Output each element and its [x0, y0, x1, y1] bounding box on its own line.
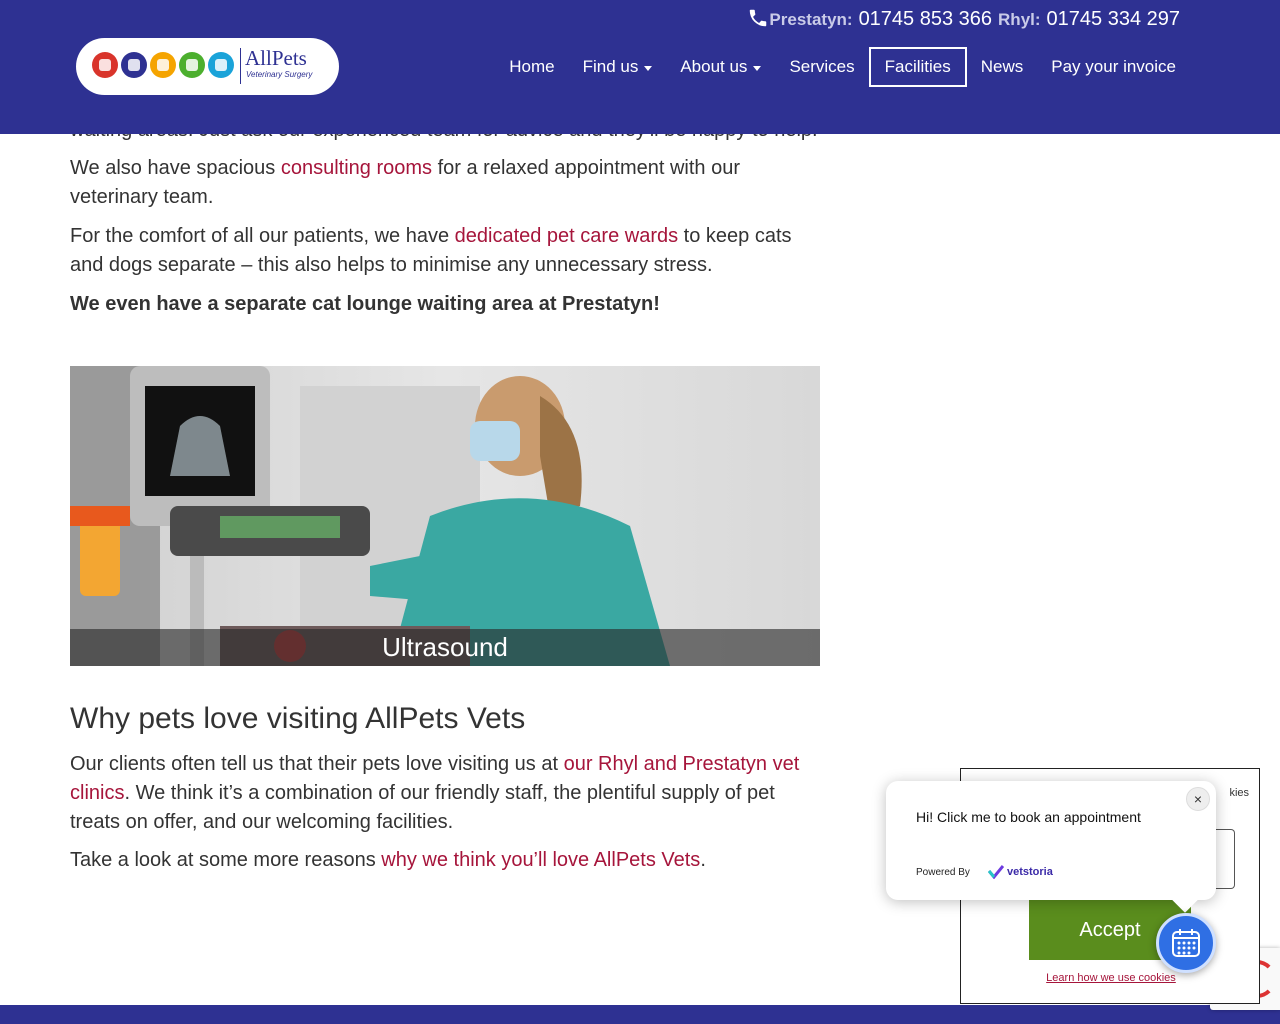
- paragraph-why-pets: Our clients often tell us that their pet…: [70, 753, 800, 833]
- footer-bar: [0, 1005, 1280, 1024]
- phone-numbers: Prestatyn: 01745 853 366 Rhyl: 01745 334…: [769, 8, 1180, 31]
- nav-pay-invoice[interactable]: Pay your invoice: [1037, 47, 1190, 87]
- caret-down-icon: [644, 65, 653, 71]
- powered-by-label: Powered By: [916, 867, 970, 878]
- paragraph-cat-lounge: We even have a separate cat lounge waiti…: [70, 293, 660, 315]
- paragraph-reasons: Take a look at some more reasons why we …: [70, 849, 706, 871]
- main-nav: Home Find us About us Services Facilitie…: [495, 47, 1190, 87]
- site-header: AllPets Veterinary Surgery Prestatyn: 01…: [0, 0, 1280, 134]
- learn-cookies-link[interactable]: Learn how we use cookies: [961, 972, 1261, 984]
- nav-news[interactable]: News: [967, 47, 1038, 87]
- rhyl-label: Rhyl:: [998, 10, 1041, 29]
- booking-popup[interactable]: Hi! Click me to book an appointment Powe…: [886, 781, 1216, 913]
- pet-care-wards-link[interactable]: dedicated pet care wards: [455, 225, 678, 247]
- allpets-logo[interactable]: AllPets Veterinary Surgery: [76, 38, 339, 95]
- calendar-icon: [1172, 929, 1200, 957]
- prestatyn-phone[interactable]: 01745 853 366: [859, 8, 992, 31]
- vetstoria-wordmark: vetstoria: [1007, 866, 1053, 878]
- vetstoria-logo: vetstoria: [988, 865, 1053, 879]
- paragraph-consulting: We also have spacious consulting rooms f…: [70, 157, 740, 208]
- section-heading: Why pets love visiting AllPets Vets: [70, 702, 526, 735]
- figure-caption: Ultrasound: [70, 629, 820, 666]
- logo-animal-icons: [92, 52, 234, 78]
- nav-about-us[interactable]: About us: [666, 47, 775, 87]
- phone-icon: [749, 9, 767, 27]
- rabbit-icon: [208, 52, 234, 78]
- ultrasound-image: [70, 366, 820, 666]
- medical-case-icon: [121, 52, 147, 78]
- paragraph-wards: For the comfort of all our patients, we …: [70, 225, 792, 276]
- nav-home[interactable]: Home: [495, 47, 568, 87]
- nav-find-us[interactable]: Find us: [569, 47, 667, 87]
- stethoscope-icon: [179, 52, 205, 78]
- logo-tagline: Veterinary Surgery: [246, 70, 313, 79]
- prestatyn-label: Prestatyn:: [769, 10, 853, 29]
- logo-brand: AllPets: [245, 46, 307, 70]
- close-popup-button[interactable]: ×: [1186, 787, 1210, 811]
- nav-services[interactable]: Services: [775, 47, 868, 87]
- booking-message[interactable]: Hi! Click me to book an appointment: [916, 809, 1141, 825]
- dog-icon: [92, 52, 118, 78]
- rhyl-phone[interactable]: 01745 334 297: [1047, 8, 1180, 31]
- cookie-text: kies: [1229, 787, 1249, 799]
- reasons-link[interactable]: why we think you’ll love AllPets Vets: [381, 849, 700, 871]
- consulting-rooms-link[interactable]: consulting rooms: [281, 157, 432, 179]
- caret-down-icon: [753, 65, 762, 71]
- ultrasound-photo: Ultrasound: [70, 366, 820, 666]
- vetstoria-check-icon: [988, 865, 1004, 879]
- cat-icon: [150, 52, 176, 78]
- book-appointment-button[interactable]: [1156, 913, 1216, 973]
- nav-facilities[interactable]: Facilities: [868, 47, 967, 87]
- logo-divider: [240, 48, 241, 84]
